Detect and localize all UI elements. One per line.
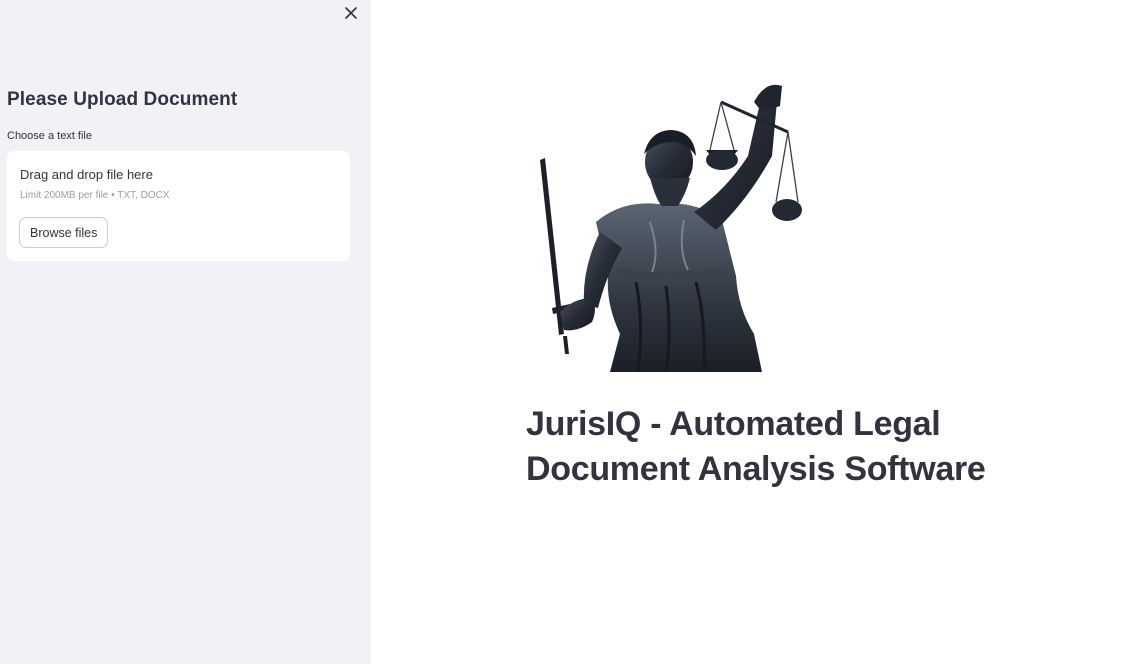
sidebar-heading: Please Upload Document [7,89,238,110]
sidebar: Please Upload Document Choose a text fil… [0,0,371,664]
sidebar-close-button[interactable] [340,2,362,24]
app-root: Please Upload Document Choose a text fil… [0,0,1130,664]
page-title-line-1: JurisIQ - Automated Legal [526,405,941,443]
page-title: JurisIQ - Automated Legal Document Analy… [526,402,1046,492]
file-dropzone[interactable]: Drag and drop file here Limit 200MB per … [7,151,350,261]
dropzone-limit-text: Limit 200MB per file • TXT, DOCX [20,190,170,201]
close-icon [345,7,357,19]
page-title-line-2: Document Analysis Software [526,450,986,488]
file-uploader-label: Choose a text file [7,130,92,142]
dropzone-instruction: Drag and drop file here [20,167,153,182]
main-content: JurisIQ - Automated Legal Document Analy… [371,0,1130,664]
lady-justice-image [540,84,802,372]
browse-files-button[interactable]: Browse files [19,217,109,248]
